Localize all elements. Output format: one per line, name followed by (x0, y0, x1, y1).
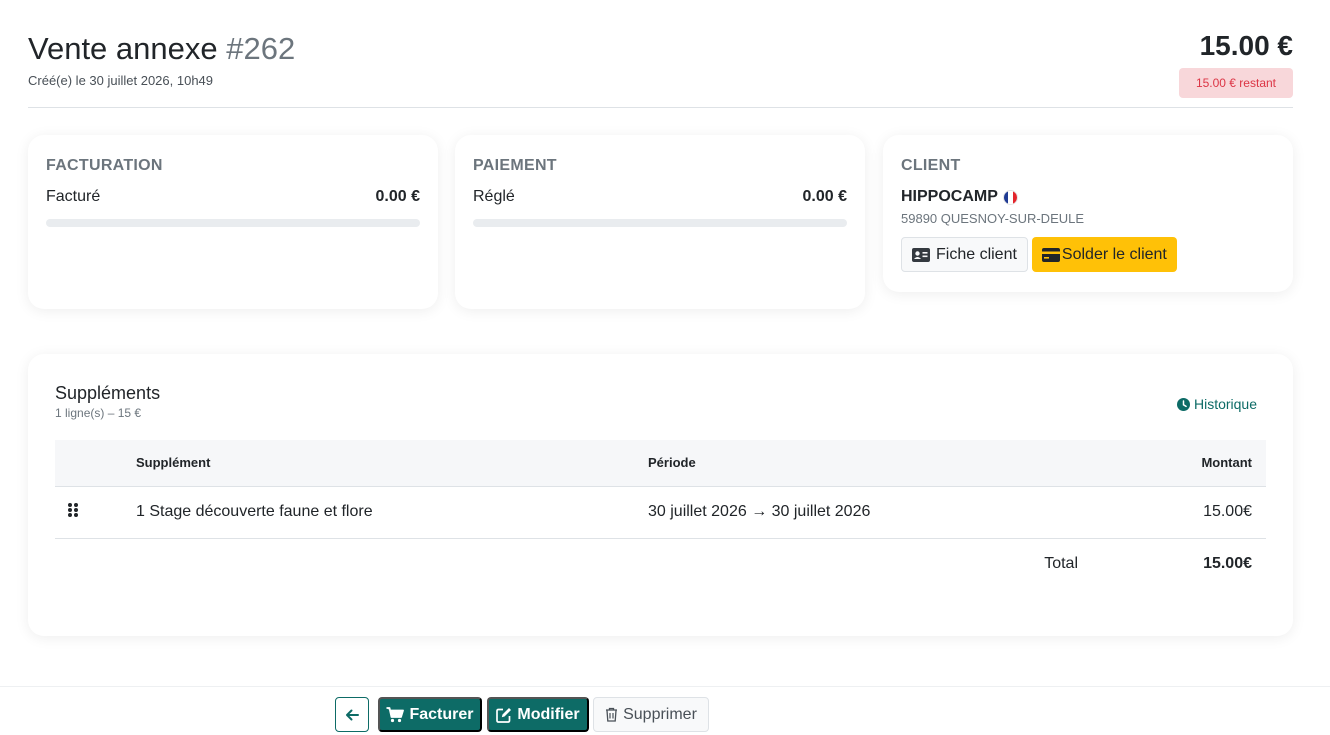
remaining-badge: 15.00 € restant (1178, 68, 1293, 98)
facturation-card: FACTURATION Facturé 0.00 € (28, 135, 438, 309)
client-actions: Fiche client Solder le client (901, 237, 1275, 272)
column-header-periode: Période (648, 440, 1108, 487)
paiement-value: 0.00 € (802, 188, 847, 205)
facturer-label: Facturer (409, 705, 474, 723)
supplements-table: Supplément Période Montant 1 Stage décou… (55, 440, 1266, 590)
column-header-montant: Montant (1108, 440, 1266, 487)
solder-client-label: Solder le client (1061, 245, 1167, 263)
flag-france-icon (1002, 189, 1018, 205)
client-address: 59890 QUESNOY-SUR-DEULE (901, 211, 1085, 226)
historique-link[interactable]: Historique (1176, 396, 1257, 412)
modifier-label: Modifier (517, 705, 580, 723)
paiement-label: Réglé (473, 188, 515, 205)
id-card-icon (912, 247, 930, 262)
supplements-heading: Suppléments 1 ligne(s) – 15 € (55, 383, 160, 420)
supplements-subtitle: 1 ligne(s) – 15 € (55, 406, 142, 420)
cart-icon (386, 706, 405, 722)
supplement-amount: 15.00€ (1108, 486, 1266, 539)
paiement-card: PAIEMENT Réglé 0.00 € (455, 135, 865, 309)
table-header-row: Supplément Période Montant (55, 440, 1266, 487)
sale-total: 15.00 € (1199, 30, 1293, 61)
total-value: 15.00€ (1203, 555, 1252, 573)
facturer-button[interactable]: Facturer (378, 697, 482, 732)
paiement-row: Réglé 0.00 € (473, 188, 847, 206)
clock-icon (1176, 397, 1190, 411)
supplements-title: Suppléments (55, 383, 161, 403)
historique-label: Historique (1193, 396, 1257, 412)
facturation-value: 0.00 € (375, 188, 420, 205)
supplement-period: 30 juillet 2026 → 30 juillet 2026 (648, 486, 1108, 539)
paiement-progress (473, 219, 847, 227)
created-date: Créé(e) le 30 juillet 2026, 10h49 (28, 73, 214, 88)
facturation-row: Facturé 0.00 € (46, 188, 420, 206)
page-title: Vente annexe #262 (28, 30, 1293, 68)
credit-card-icon (1041, 247, 1060, 262)
facturation-progress (46, 219, 420, 227)
supprimer-label: Supprimer (623, 705, 697, 723)
client-name-row: HIPPOCAMP (901, 188, 1275, 206)
client-name[interactable]: HIPPOCAMP (901, 188, 998, 206)
facturation-label: Facturé (46, 188, 101, 205)
total-row: Total 15.00€ (55, 538, 1266, 590)
total-label: Total (1044, 555, 1078, 573)
arrow-left-icon (346, 709, 359, 720)
facturation-title: FACTURATION (46, 157, 163, 174)
column-header-handle (55, 440, 136, 487)
back-button[interactable] (335, 697, 369, 732)
drag-handle[interactable] (55, 486, 136, 539)
supprimer-button[interactable]: Supprimer (593, 697, 709, 732)
fiche-client-label: Fiche client (936, 245, 1017, 263)
grip-icon (68, 502, 78, 517)
total-spacer (136, 538, 648, 590)
edit-icon (496, 707, 512, 723)
solder-client-button[interactable]: Solder le client (1031, 237, 1177, 272)
client-card: CLIENT HIPPOCAMP 59890 QUESNOY-SUR-DEULE… (883, 135, 1293, 292)
paiement-title: PAIEMENT (473, 157, 557, 174)
supplements-card: Suppléments 1 ligne(s) – 15 € Historique… (28, 354, 1293, 636)
client-title: CLIENT (901, 157, 961, 174)
modifier-button[interactable]: Modifier (487, 697, 589, 732)
total-spacer (55, 538, 136, 590)
sale-number: #262 (226, 31, 296, 66)
fiche-client-button[interactable]: Fiche client (901, 237, 1028, 272)
trash-icon (606, 707, 618, 722)
action-bar: Facturer Modifier Supprimer (0, 686, 1330, 735)
table-row: 1 Stage découverte faune et flore 30 jui… (55, 486, 1266, 539)
column-header-supplement: Supplément (136, 440, 648, 487)
page-title-text: Vente annexe (28, 31, 218, 66)
supplement-name: 1 Stage découverte faune et flore (136, 486, 648, 539)
page-header: Vente annexe #262 Créé(e) le 30 juillet … (28, 30, 1293, 108)
